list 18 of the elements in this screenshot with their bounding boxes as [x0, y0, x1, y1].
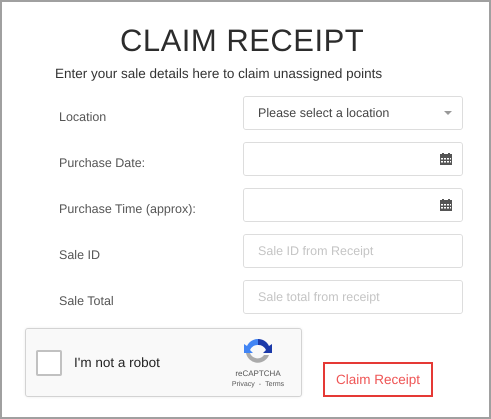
captcha-checkbox[interactable]	[36, 350, 62, 376]
calendar-icon	[440, 153, 452, 166]
field-label: Purchase Time (approx):	[58, 200, 197, 218]
calendar-icon	[440, 199, 452, 212]
caret-icon	[444, 111, 452, 116]
date-field[interactable]	[243, 188, 463, 222]
field-label: Sale ID	[58, 246, 101, 264]
date-field[interactable]	[243, 142, 463, 176]
subtitle: Enter your sale details here to claim unassigned points	[55, 65, 384, 83]
captcha-label: I'm not a robot	[74, 354, 161, 372]
field-label: Location	[58, 108, 108, 126]
page-title: CLAIM RECEIPT	[120, 22, 366, 60]
input-field[interactable]: Sale total from receipt	[243, 280, 463, 314]
location-select[interactable]: Please select a location	[243, 96, 463, 130]
input-field[interactable]: Sale ID from Receipt	[243, 234, 463, 268]
field-label: Purchase Date:	[58, 154, 146, 172]
field-label: Sale Total	[58, 292, 115, 310]
captcha-brand: reCAPTCHA	[235, 368, 281, 380]
